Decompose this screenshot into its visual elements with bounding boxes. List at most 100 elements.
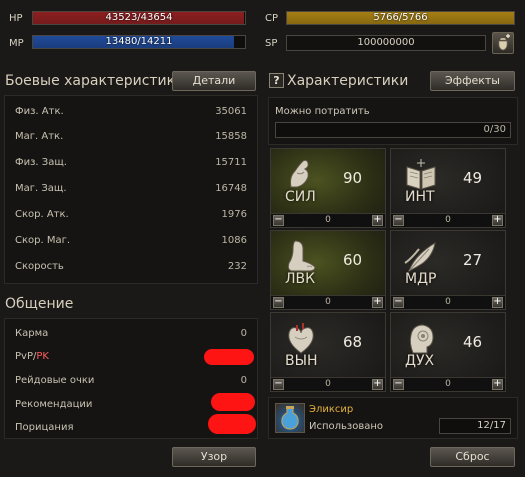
attr-card-int[interactable]: ИНТ 49 − 0 + <box>390 148 506 228</box>
spend-points-value: 0/30 <box>275 122 511 138</box>
pk-label: PK <box>36 351 49 362</box>
attr-card-str[interactable]: СИЛ 90 − 0 + <box>270 148 386 228</box>
social-panel: Карма 0 PvP/PK Рейдовые очки 0 Рекоменда… <box>4 318 258 439</box>
pvp-pk-label: PvP/PK <box>15 351 49 362</box>
elixir-icon[interactable] <box>275 403 305 433</box>
mp-bar: 13480/14211 <box>32 35 246 49</box>
plus-button[interactable]: + <box>372 215 383 226</box>
stat-label: Физ. Атк. <box>15 106 64 117</box>
plus-button[interactable]: + <box>372 379 383 390</box>
stat-label: Физ. Защ. <box>15 157 67 168</box>
attributes-title: Характеристики <box>287 73 409 89</box>
combat-stats-panel: Физ. Атк. 35061 Маг. Атк. 15858 Физ. Защ… <box>4 95 258 284</box>
hp-bar: 43523/43654 <box>32 11 246 25</box>
attr-value: 68 <box>343 333 363 351</box>
reset-button[interactable]: Сброс <box>430 447 515 467</box>
censure-row: Порицания <box>5 414 257 439</box>
attr-value: 46 <box>463 333 483 351</box>
pvp-label: PvP/ <box>15 351 37 362</box>
attr-value: 90 <box>343 169 363 187</box>
stat-label: Скор. Маг. <box>15 235 71 246</box>
stat-value: 16748 <box>215 183 247 194</box>
spend-points-panel: Можно потратить 0/30 <box>268 97 518 145</box>
plus-button[interactable]: + <box>492 297 503 308</box>
help-button[interactable]: ? <box>269 73 284 88</box>
potion-icon <box>281 406 299 430</box>
mp-value: 13480/14211 <box>105 36 173 47</box>
recommendations-label: Рекомендации <box>15 399 93 410</box>
stat-row-mag-def: Маг. Защ. 16748 <box>5 180 257 200</box>
stat-label: Скорость <box>15 261 64 272</box>
plus-button[interactable]: + <box>492 379 503 390</box>
elixir-panel: Эликсир Использовано 12/17 <box>268 397 518 439</box>
attr-add-value: 0 <box>445 379 451 389</box>
attr-add-value: 0 <box>445 297 451 307</box>
stat-label: Скор. Атк. <box>15 209 69 220</box>
stat-value: 232 <box>227 261 247 272</box>
plus-button[interactable]: + <box>372 297 383 308</box>
attr-card-dex[interactable]: ЛВК 60 − 0 + <box>270 230 386 310</box>
attr-card-wit[interactable]: МДР 27 − 0 + <box>390 230 506 310</box>
karma-value: 0 <box>240 328 247 339</box>
elixir-used-value: 12/17 <box>439 418 511 434</box>
redaction-mark <box>204 349 254 365</box>
stat-row-mag-atk: Маг. Атк. 15858 <box>5 128 257 148</box>
redaction-mark <box>208 414 256 434</box>
cp-label: CP <box>265 13 279 24</box>
sp-bag-button[interactable] <box>492 32 514 54</box>
attr-abbr: ЛВК <box>285 271 316 287</box>
stat-value: 1976 <box>221 209 247 220</box>
attr-abbr: ДУХ <box>405 353 435 369</box>
attr-card-con[interactable]: ВЫН 68 − 0 + <box>270 312 386 392</box>
sp-value: 100000000 <box>286 35 486 51</box>
cp-value: 5766/5766 <box>373 12 428 23</box>
attr-abbr: МДР <box>405 271 437 287</box>
cp-bar: 5766/5766 <box>286 11 515 25</box>
bag-icon <box>498 34 510 51</box>
attr-stepper: − 0 + <box>391 377 505 391</box>
karma-label: Карма <box>15 328 49 339</box>
attr-value: 49 <box>463 169 483 187</box>
attr-add-value: 0 <box>325 215 331 225</box>
combat-stats-title: Боевые характеристики <box>5 73 185 89</box>
attr-value: 60 <box>343 251 363 269</box>
attr-stepper: − 0 + <box>271 213 385 227</box>
attr-stepper: − 0 + <box>271 295 385 309</box>
recommendations-row: Рекомендации <box>5 393 257 416</box>
spend-points-label: Можно потратить <box>275 106 370 117</box>
attr-stepper: − 0 + <box>391 295 505 309</box>
attr-abbr: ВЫН <box>285 353 318 369</box>
attr-add-value: 0 <box>445 215 451 225</box>
details-button[interactable]: Детали <box>172 71 256 91</box>
attr-abbr: ИНТ <box>405 189 435 205</box>
stat-row-speed: Скорость 232 <box>5 258 257 278</box>
effects-button[interactable]: Эффекты <box>430 71 515 91</box>
stat-value: 35061 <box>215 106 247 117</box>
redaction-mark <box>211 393 255 411</box>
social-title: Общение <box>5 296 74 312</box>
stat-row-cast-speed: Скор. Маг. 1086 <box>5 232 257 252</box>
plus-button[interactable]: + <box>492 215 503 226</box>
raid-points-label: Рейдовые очки <box>15 375 95 386</box>
raid-points-value: 0 <box>240 375 247 386</box>
stat-row-phys-def: Физ. Защ. 15711 <box>5 154 257 174</box>
sp-label: SP <box>265 38 278 49</box>
attr-stepper: − 0 + <box>391 213 505 227</box>
stat-label: Маг. Атк. <box>15 131 64 142</box>
stat-row-atk-speed: Скор. Атк. 1976 <box>5 206 257 226</box>
pattern-button[interactable]: Узор <box>172 447 256 467</box>
attr-value: 27 <box>463 251 483 269</box>
stat-value: 15858 <box>215 131 247 142</box>
attr-abbr: СИЛ <box>285 189 316 205</box>
attr-stepper: − 0 + <box>271 377 385 391</box>
stat-value: 15711 <box>215 157 247 168</box>
mp-label: MP <box>9 38 24 49</box>
hp-value: 43523/43654 <box>105 12 173 23</box>
stat-value: 1086 <box>221 235 247 246</box>
pvp-pk-row: PvP/PK <box>5 348 257 368</box>
attr-add-value: 0 <box>325 379 331 389</box>
stat-row-phys-atk: Физ. Атк. 35061 <box>5 103 257 123</box>
attr-card-men[interactable]: ДУХ 46 − 0 + <box>390 312 506 392</box>
hp-label: HP <box>9 13 23 24</box>
elixir-label: Эликсир <box>309 404 354 415</box>
